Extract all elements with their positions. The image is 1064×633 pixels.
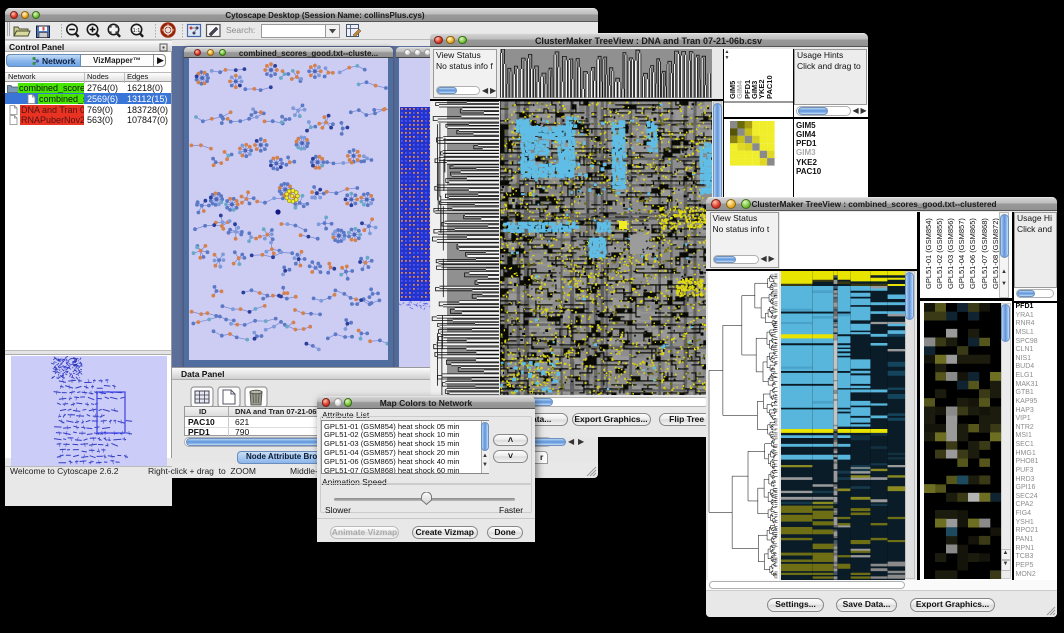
svg-text:1:1: 1:1	[133, 28, 141, 34]
svg-text:Search:: Search:	[226, 25, 255, 35]
